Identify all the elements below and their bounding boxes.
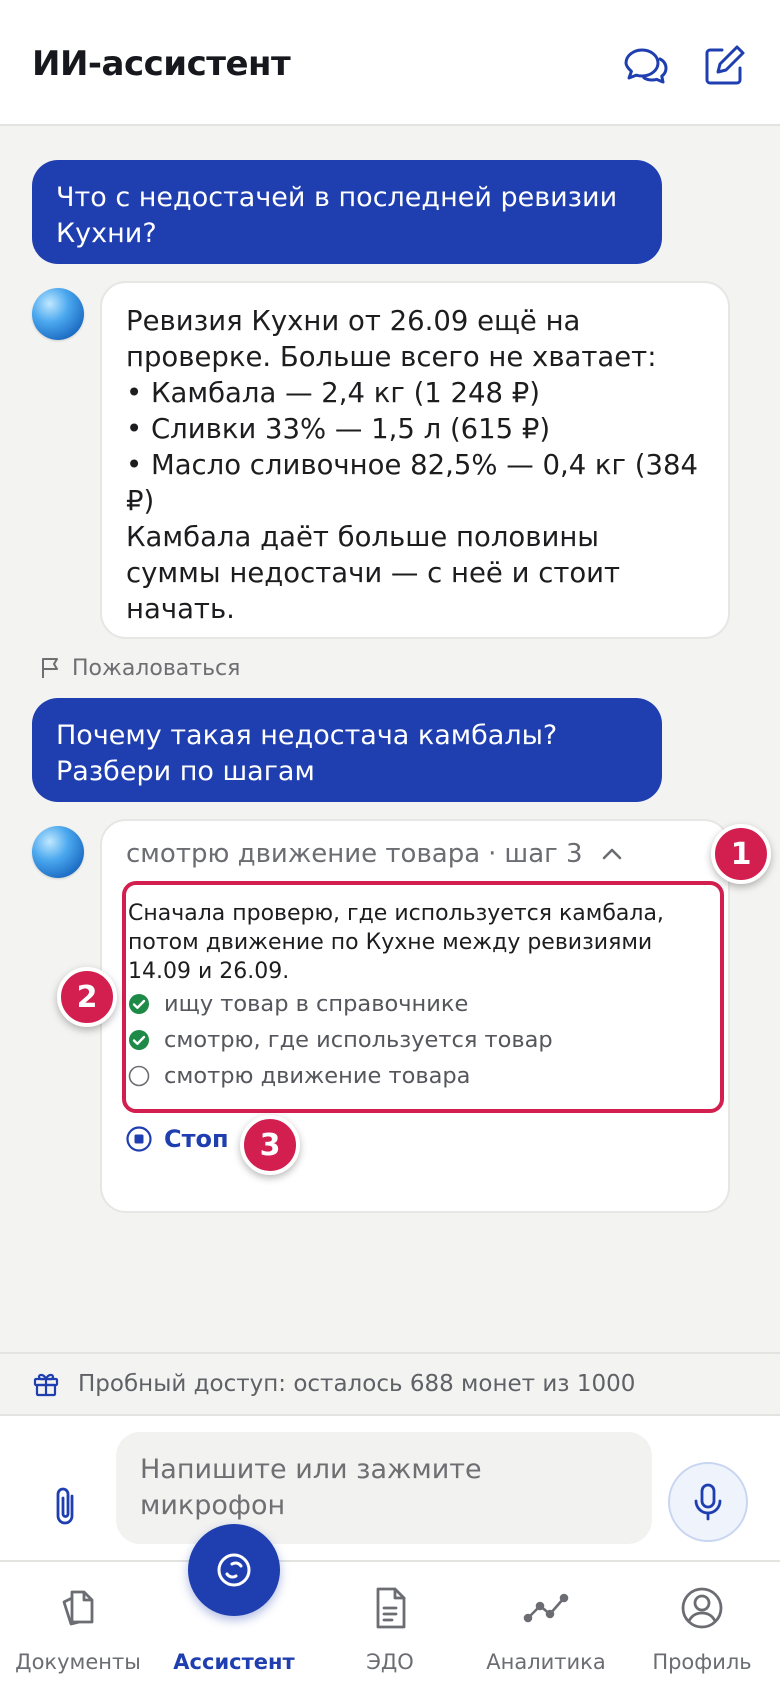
reasoning-steps: Сначала проверю, где используется камбал…	[122, 881, 724, 1113]
reasoning-intro-line: Сначала проверю, где используется камбал…	[128, 901, 664, 926]
assistant-message: Ревизия Кухни от 26.09 ещё на проверке. …	[100, 281, 730, 639]
report-label: Пожаловаться	[72, 655, 241, 681]
reasoning-step: смотрю, где используется товар	[128, 1022, 720, 1058]
report-button[interactable]: Пожаловаться	[40, 652, 240, 684]
assistant-avatar	[32, 826, 84, 878]
stop-button[interactable]: Стоп	[126, 1125, 229, 1153]
annotation-badge: 3	[240, 1115, 300, 1175]
tab-edo[interactable]: ЭДО	[340, 1562, 440, 1688]
check-circle-icon	[129, 994, 149, 1014]
assistant-message-line: • Масло сливочное 82,5% — 0,4 кг (384	[126, 449, 698, 481]
assistant-message-line: суммы недостачи — с неё и стоит	[126, 557, 621, 589]
user-message: Почему такая недостача камбалы? Разбери …	[32, 698, 662, 802]
bottom-tab-bar: Документы Ассистент ЭДО Аналитика Профил…	[0, 1560, 780, 1688]
tab-analytics[interactable]: Аналитика	[476, 1562, 616, 1688]
assistant-message-line: • Камбала — 2,4 кг (1 248 ₽)	[126, 377, 541, 409]
user-message-line: Что с недостачей в последней ревизии	[56, 182, 618, 213]
reasoning-step-label: смотрю движение товара	[164, 1063, 471, 1089]
assistant-message-line: Камбала даёт больше половины	[126, 521, 600, 553]
reasoning-intro-line: 14.09 и 26.09.	[128, 959, 290, 984]
trial-banner: Пробный доступ: осталось 688 монет из 10…	[0, 1352, 780, 1414]
stop-icon	[126, 1126, 152, 1152]
reasoning-intro: Сначала проверю, где используется камбал…	[128, 899, 720, 986]
assistant-message-line: проверке. Больше всего не хватает:	[126, 341, 657, 373]
analytics-chart-icon	[523, 1593, 569, 1623]
tab-label: Профиль	[652, 1650, 752, 1674]
tab-label: ЭДО	[366, 1650, 414, 1674]
user-message-line: Кухни?	[56, 218, 157, 249]
chat-bubbles-icon[interactable]	[622, 42, 670, 90]
assistant-message-line: ₽)	[126, 485, 155, 517]
app-header: ИИ-ассистент	[0, 0, 780, 126]
tab-label: Аналитика	[486, 1650, 606, 1674]
user-message-line: Почему такая недостача камбалы?	[56, 720, 558, 751]
documents-icon	[62, 1590, 94, 1626]
assistant-message-line: начать.	[126, 593, 235, 625]
gift-icon	[33, 1373, 59, 1397]
edo-document-icon	[376, 1587, 406, 1629]
microphone-icon	[694, 1483, 722, 1521]
reasoning-intro-line: потом движение по Кухне между ревизиями	[128, 930, 653, 955]
reasoning-step: смотрю движение товара	[128, 1058, 720, 1094]
stop-label: Стоп	[164, 1125, 229, 1153]
assistant-thinking-message: смотрю движение товара · шаг 3 Сначала п…	[100, 819, 730, 1213]
profile-icon	[681, 1587, 723, 1629]
flag-icon	[42, 658, 58, 678]
reasoning-step: ищу товар в справочнике	[128, 986, 720, 1022]
trial-text: Пробный доступ: осталось 688 монет из 10…	[78, 1371, 636, 1397]
empty-circle-icon	[128, 1065, 150, 1087]
microphone-button[interactable]	[668, 1462, 748, 1542]
message-placeholder: микрофон	[140, 1490, 286, 1521]
tab-label: Документы	[15, 1650, 141, 1674]
check-circle-icon	[129, 1030, 149, 1050]
assistant-icon	[217, 1553, 251, 1587]
thinking-separator: ·	[488, 839, 497, 869]
chevron-up-icon	[602, 848, 621, 860]
tab-label: Ассистент	[173, 1650, 295, 1674]
reasoning-step-label: ищу товар в справочнике	[164, 991, 469, 1017]
thinking-step: шаг 3	[504, 839, 583, 869]
assistant-fab[interactable]	[188, 1524, 280, 1616]
compose-icon[interactable]	[700, 42, 748, 90]
thinking-toggle[interactable]: смотрю движение товара · шаг 3	[126, 839, 625, 869]
reasoning-step-label: смотрю, где используется товар	[164, 1027, 553, 1053]
annotation-badge: 1	[711, 824, 771, 884]
user-message: Что с недостачей в последней ревизии Кух…	[32, 160, 662, 264]
assistant-message-line: • Сливки 33% — 1,5 л (615 ₽)	[126, 413, 551, 445]
assistant-avatar	[32, 288, 84, 340]
page-title: ИИ-ассистент	[32, 44, 291, 84]
annotation-badge: 2	[57, 967, 117, 1027]
composer: Напишите или зажмите микрофон	[0, 1414, 780, 1560]
assistant-message-line: Ревизия Кухни от 26.09 ещё на	[126, 305, 581, 337]
thinking-status: смотрю движение товара	[126, 839, 481, 869]
paperclip-icon[interactable]	[46, 1484, 86, 1530]
message-input[interactable]: Напишите или зажмите микрофон	[116, 1432, 652, 1544]
tab-documents[interactable]: Документы	[8, 1562, 148, 1688]
tab-profile[interactable]: Профиль	[636, 1562, 768, 1688]
user-message-line: Разбери по шагам	[56, 756, 315, 787]
message-placeholder: Напишите или зажмите	[140, 1454, 482, 1485]
chat-thread: Что с недостачей в последней ревизии Кух…	[0, 128, 780, 1352]
